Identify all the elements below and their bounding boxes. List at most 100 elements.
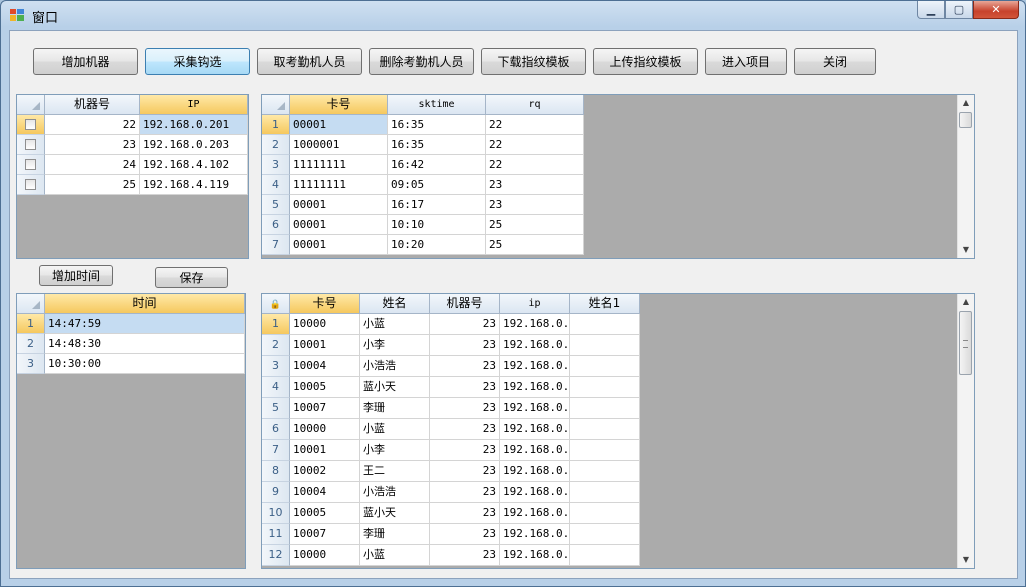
cell-time[interactable]: 14:47:59 [45, 314, 245, 334]
cell-name1[interactable] [570, 482, 640, 503]
col-header-name[interactable]: 姓名 [360, 294, 430, 314]
cell-card-no[interactable]: 10007 [290, 398, 360, 419]
cell-sktime[interactable]: 16:35 [388, 115, 486, 135]
collect-checked-button[interactable]: 采集钩选 [145, 48, 250, 75]
cell-rq[interactable]: 23 [486, 175, 584, 195]
select-all-corner[interactable] [17, 294, 45, 314]
table-row[interactable]: 7 10001 小李 23 192.168.0. [262, 440, 640, 461]
row-header[interactable]: 9 [262, 482, 290, 503]
cell-ip[interactable]: 192.168.0. [500, 461, 570, 482]
cell-name[interactable]: 小浩浩 [360, 482, 430, 503]
select-all-corner[interactable] [262, 95, 290, 115]
cell-name1[interactable] [570, 335, 640, 356]
close-button[interactable]: 关闭 [794, 48, 876, 75]
row-header[interactable]: 2 [17, 334, 45, 354]
table-row[interactable]: 24 192.168.4.102 [17, 155, 248, 175]
cell-ip[interactable]: 192.168.4.102 [140, 155, 248, 175]
col-header-card-no[interactable]: 卡号 [290, 95, 388, 115]
cell-rq[interactable]: 22 [486, 155, 584, 175]
cell-card-no[interactable]: 10001 [290, 335, 360, 356]
table-row[interactable]: 1 14:47:59 [17, 314, 245, 334]
col-header-ip[interactable]: IP [140, 95, 248, 115]
table-row[interactable]: 1 00001 16:35 22 [262, 115, 584, 135]
cell-name[interactable]: 李珊 [360, 524, 430, 545]
cell-name1[interactable] [570, 377, 640, 398]
row-header[interactable]: 7 [262, 440, 290, 461]
row-header[interactable]: 4 [262, 175, 290, 195]
row-header[interactable]: 11 [262, 524, 290, 545]
cell-card-no[interactable]: 00001 [290, 195, 388, 215]
upload-fingerprint-button[interactable]: 上传指纹模板 [593, 48, 698, 75]
table-row[interactable]: 25 192.168.4.119 [17, 175, 248, 195]
row-header[interactable]: 3 [262, 356, 290, 377]
row-header[interactable]: 6 [262, 215, 290, 235]
table-row[interactable]: 12 10000 小蓝 23 192.168.0. [262, 545, 640, 566]
cell-card-no[interactable]: 10001 [290, 440, 360, 461]
cell-machine-no[interactable]: 23 [430, 419, 500, 440]
cell-card-no[interactable]: 1000001 [290, 135, 388, 155]
cell-card-no[interactable]: 10004 [290, 356, 360, 377]
cell-sktime[interactable]: 10:20 [388, 235, 486, 255]
cell-card-no[interactable]: 10002 [290, 461, 360, 482]
col-header-card-no[interactable]: 卡号 [290, 294, 360, 314]
table-row[interactable]: 22 192.168.0.201 [17, 115, 248, 135]
cell-machine-no[interactable]: 23 [430, 524, 500, 545]
cell-sktime[interactable]: 09:05 [388, 175, 486, 195]
cell-time[interactable]: 10:30:00 [45, 354, 245, 374]
table-row[interactable]: 2 14:48:30 [17, 334, 245, 354]
cell-card-no[interactable]: 10000 [290, 314, 360, 335]
col-header-rq[interactable]: rq [486, 95, 584, 115]
cell-ip[interactable]: 192.168.0. [500, 482, 570, 503]
cell-card-no[interactable]: 10000 [290, 419, 360, 440]
cell-name[interactable]: 李珊 [360, 398, 430, 419]
row-header[interactable]: 1 [262, 314, 290, 335]
cell-name[interactable]: 小李 [360, 440, 430, 461]
cell-name[interactable]: 小蓝 [360, 314, 430, 335]
col-header-machine-no[interactable]: 机器号 [430, 294, 500, 314]
cell-ip[interactable]: 192.168.0. [500, 440, 570, 461]
cell-name1[interactable] [570, 524, 640, 545]
cell-machine-no[interactable]: 23 [430, 440, 500, 461]
row-header[interactable]: 6 [262, 419, 290, 440]
cell-sktime[interactable]: 16:17 [388, 195, 486, 215]
cell-machine-no[interactable]: 22 [45, 115, 140, 135]
cell-name1[interactable] [570, 356, 640, 377]
cell-name[interactable]: 小蓝 [360, 419, 430, 440]
cell-sktime[interactable]: 16:35 [388, 135, 486, 155]
cell-machine-no[interactable]: 23 [430, 335, 500, 356]
cell-card-no[interactable]: 00001 [290, 235, 388, 255]
row-header[interactable]: 8 [262, 461, 290, 482]
row-header[interactable]: 5 [262, 195, 290, 215]
delete-attendance-staff-button[interactable]: 删除考勤机人员 [369, 48, 474, 75]
row-header[interactable]: 5 [262, 398, 290, 419]
cell-name1[interactable] [570, 440, 640, 461]
minimize-button[interactable]: ▁ [917, 1, 945, 19]
table-row[interactable]: 8 10002 王二 23 192.168.0. [262, 461, 640, 482]
col-header-name1[interactable]: 姓名1 [570, 294, 640, 314]
cell-machine-no[interactable]: 25 [45, 175, 140, 195]
cell-ip[interactable]: 192.168.0. [500, 356, 570, 377]
table-row[interactable]: 2 1000001 16:35 22 [262, 135, 584, 155]
row-checkbox[interactable] [17, 115, 45, 135]
cell-card-no[interactable]: 10000 [290, 545, 360, 566]
cell-rq[interactable]: 25 [486, 235, 584, 255]
cell-name1[interactable] [570, 545, 640, 566]
row-header[interactable]: 10 [262, 503, 290, 524]
cell-sktime[interactable]: 10:10 [388, 215, 486, 235]
add-machine-button[interactable]: 增加机器 [33, 48, 138, 75]
table-row[interactable]: 1 10000 小蓝 23 192.168.0. [262, 314, 640, 335]
cell-name1[interactable] [570, 398, 640, 419]
cell-name[interactable]: 小浩浩 [360, 356, 430, 377]
get-attendance-staff-button[interactable]: 取考勤机人员 [257, 48, 362, 75]
cell-card-no[interactable]: 10007 [290, 524, 360, 545]
cell-name[interactable]: 蓝小天 [360, 377, 430, 398]
cell-machine-no[interactable]: 23 [430, 545, 500, 566]
cell-machine-no[interactable]: 23 [430, 314, 500, 335]
table-row[interactable]: 4 11111111 09:05 23 [262, 175, 584, 195]
machines-grid[interactable]: 机器号 IP 22 192.168.0.201 23 192.168.0.203… [16, 94, 249, 259]
table-row[interactable]: 2 10001 小李 23 192.168.0. [262, 335, 640, 356]
select-all-corner[interactable] [17, 95, 45, 115]
close-window-button[interactable]: ✕ [973, 1, 1019, 19]
cell-name[interactable]: 小李 [360, 335, 430, 356]
cell-ip[interactable]: 192.168.0. [500, 335, 570, 356]
